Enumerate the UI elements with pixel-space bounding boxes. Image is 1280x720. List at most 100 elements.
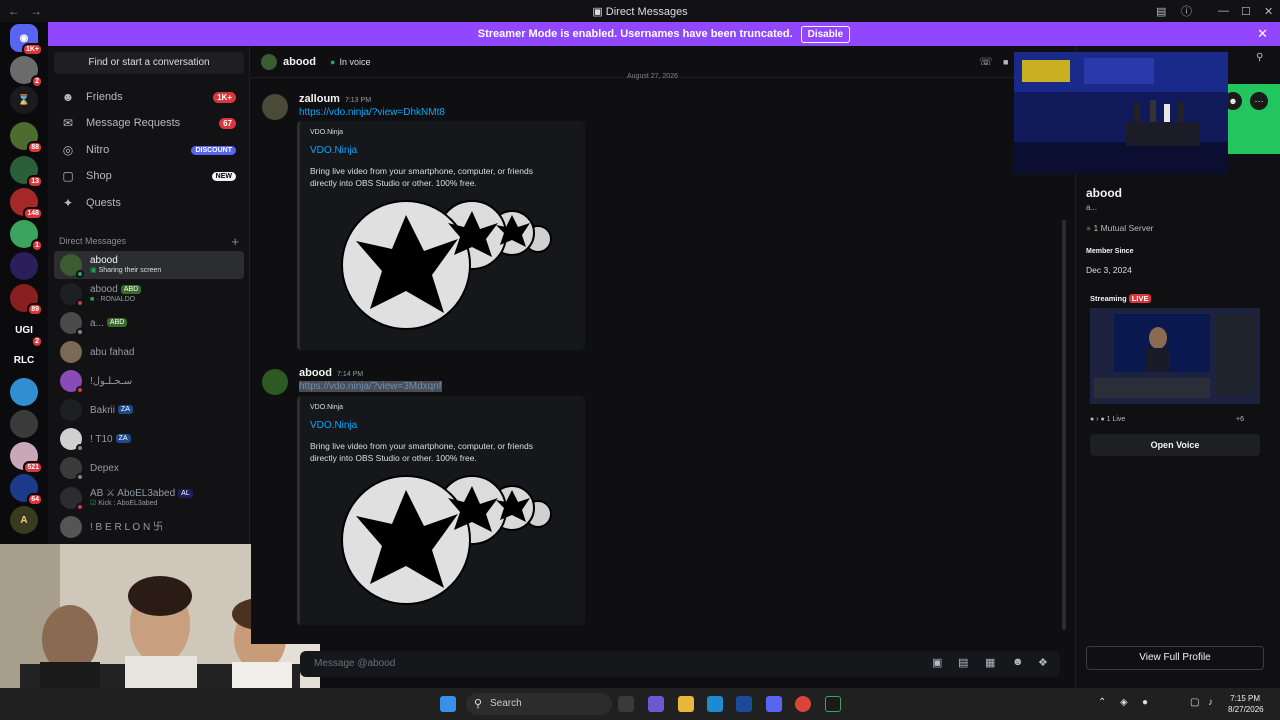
stream-popout[interactable] <box>1014 52 1228 174</box>
link-embed: VDO.Ninja VDO.Ninja Bring live video fro… <box>297 121 585 350</box>
server-avatar[interactable]: 148 <box>10 188 43 220</box>
dm-item[interactable]: Depex <box>54 454 244 482</box>
close-window-icon[interactable]: ✕ <box>1264 0 1273 22</box>
server-a-icon[interactable]: A <box>10 506 38 534</box>
microphone-icon[interactable]: ● <box>1142 697 1148 708</box>
hourglass-server-icon[interactable]: ⌛ <box>10 86 38 114</box>
dm-item[interactable]: abood ABD ■ · RONALDO <box>54 280 244 308</box>
server-avatar[interactable]: 1 <box>10 220 43 252</box>
store-icon[interactable] <box>736 696 752 712</box>
message-avatar[interactable] <box>262 369 288 395</box>
dm-item[interactable]: !سـحـلـول <box>54 367 244 395</box>
obs-icon[interactable] <box>825 696 841 712</box>
embed-title[interactable]: VDO.Ninja <box>310 145 357 156</box>
find-conversation-button[interactable]: Find or start a conversation <box>54 52 244 74</box>
nav-message-requests[interactable]: ✉ Message Requests 67 <box>54 111 244 135</box>
file-explorer-icon[interactable] <box>678 696 694 712</box>
author-name[interactable]: abood <box>299 367 332 379</box>
chrome-icon[interactable] <box>795 696 811 712</box>
mutual-label: 1 Mutual Server <box>1093 223 1154 233</box>
dm-item[interactable]: ! B E R L O N 卐 <box>54 513 244 541</box>
call-icon[interactable]: ☏ <box>979 55 993 68</box>
copilot-icon[interactable] <box>648 696 664 712</box>
dm-item[interactable]: abood ▣ Sharing their screen <box>54 251 244 279</box>
clock[interactable]: 7:15 PM 8/27/2026 <box>1228 693 1264 715</box>
sticker-icon[interactable]: ▦ <box>985 656 995 669</box>
home-discord-icon[interactable]: ◉ 1K+ <box>10 24 43 56</box>
server-avatar[interactable] <box>10 410 38 438</box>
discord-taskbar-icon[interactable] <box>766 696 782 712</box>
nav-nitro[interactable]: ◎ Nitro DISCOUNT <box>54 138 244 162</box>
stream-preview[interactable] <box>1090 308 1260 404</box>
create-dm-plus-icon[interactable]: + <box>231 234 239 249</box>
dm-item[interactable]: Bakrii ZA <box>54 396 244 424</box>
server-tag: ZA <box>115 434 131 444</box>
tray-chevron-icon[interactable]: ⌃ <box>1098 697 1106 708</box>
nav-friends[interactable]: ☻ Friends 1K+ <box>54 85 244 109</box>
avatar <box>60 370 84 394</box>
server-avatar[interactable] <box>10 378 38 406</box>
maximize-icon[interactable]: ☐ <box>1241 0 1251 22</box>
dm-item[interactable]: ! T10 ZA <box>54 425 244 453</box>
avatar <box>60 457 84 481</box>
windows-start-icon[interactable] <box>440 696 456 712</box>
inbox-icon[interactable]: ▤ <box>1156 0 1166 22</box>
view-full-profile-button[interactable]: View Full Profile <box>1086 646 1264 670</box>
window-title: ▣ Direct Messages <box>592 5 688 18</box>
message-link[interactable]: https://vdo.ninja/?view=DhkNMt8 <box>299 107 445 118</box>
open-voice-button[interactable]: Open Voice <box>1090 434 1260 456</box>
network-icon[interactable]: ◈ <box>1120 697 1128 708</box>
disable-streamer-mode-button[interactable]: Disable <box>800 25 851 43</box>
nav-label: Quests <box>86 197 121 209</box>
close-banner-icon[interactable]: ✕ <box>1257 26 1268 42</box>
streaming-label: Streaming <box>1090 294 1127 303</box>
emoji-icon[interactable]: ☻ <box>1012 656 1024 668</box>
server-avatar[interactable]: 13 <box>10 156 43 188</box>
server-badge: 13 <box>27 175 43 188</box>
server-tag: ZA <box>118 405 133 415</box>
shop-icon: ▢ <box>62 169 74 183</box>
header-username[interactable]: abood <box>283 56 316 68</box>
mutual-servers[interactable]: ● 1 Mutual Server <box>1086 223 1154 233</box>
dm-name: ! B E R L O N 卐 <box>90 521 163 533</box>
volume-icon[interactable]: ♪ <box>1208 697 1213 708</box>
server-rlc[interactable]: RLC <box>10 346 38 374</box>
author-name[interactable]: zalloum <box>299 93 340 105</box>
video-call-icon[interactable]: ■ <box>1003 57 1008 67</box>
dm-item[interactable]: AB ⚔ AboEL3abed AL ☑ Kick : AboEL3abed <box>54 484 244 512</box>
edge-icon[interactable] <box>707 696 723 712</box>
server-avatar[interactable]: 521 <box>10 442 43 474</box>
task-view-icon[interactable] <box>618 696 634 712</box>
chat-scrollbar[interactable] <box>1062 220 1066 630</box>
server-avatar[interactable]: 89 <box>10 284 43 316</box>
stream-video <box>1014 52 1228 174</box>
message-avatar[interactable] <box>262 94 288 120</box>
embed-description: Bring live video from your smartphone, c… <box>310 166 533 188</box>
server-avatar[interactable]: 2 <box>10 56 43 88</box>
server-avatar[interactable]: 88 <box>10 122 43 154</box>
taskbar-search[interactable]: ⚲ Search <box>466 693 612 715</box>
search-icon[interactable]: ⚲ <box>1256 52 1263 63</box>
message-input[interactable]: Message @abood <box>314 658 395 669</box>
server-avatar[interactable] <box>10 252 38 280</box>
nav-quests[interactable]: ✦ Quests <box>54 191 244 215</box>
gift-icon[interactable]: ▣ <box>932 656 942 669</box>
embed-title[interactable]: VDO.Ninja <box>310 420 357 431</box>
minimize-icon[interactable]: — <box>1218 0 1229 22</box>
server-ugi[interactable]: UGI 2 <box>10 316 43 348</box>
help-icon[interactable]: ⓘ <box>1181 0 1192 22</box>
more-options-icon[interactable]: ⋯ <box>1250 92 1268 110</box>
search-label: Search <box>490 698 522 709</box>
dm-item[interactable]: a... ABD <box>54 309 244 337</box>
message-author: zalloum 7:13 PM <box>299 93 371 105</box>
dm-item[interactable]: abu fahad <box>54 338 244 366</box>
gif-icon[interactable]: ▤ <box>958 656 968 669</box>
display-icon[interactable]: ▢ <box>1190 697 1199 708</box>
nav-shop[interactable]: ▢ Shop NEW <box>54 164 244 188</box>
server-avatar[interactable]: 64 <box>10 474 43 506</box>
dm-name: abu fahad <box>90 346 135 358</box>
server-badge: 521 <box>23 461 43 474</box>
message-link[interactable]: https://vdo.ninja/?view=3Mdxqnf <box>299 381 442 392</box>
server-badge: 89 <box>27 303 43 316</box>
apps-icon[interactable]: ❖ <box>1038 656 1048 669</box>
